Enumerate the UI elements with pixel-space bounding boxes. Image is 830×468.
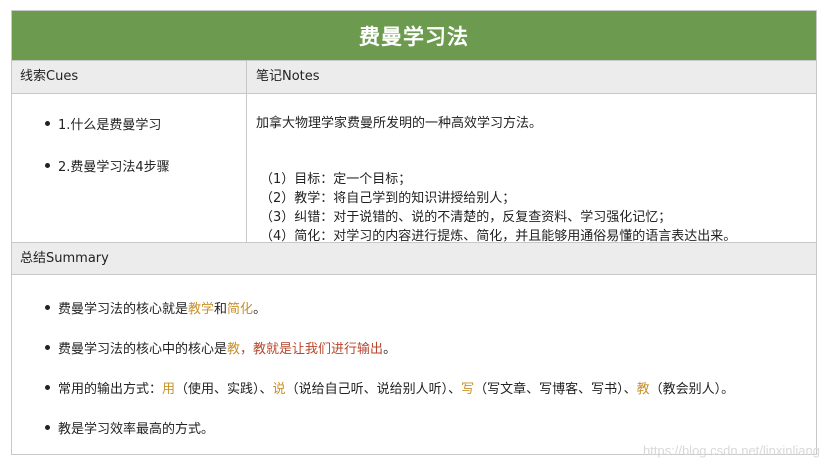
- cue-item-text: 1.什么是费曼学习: [58, 118, 162, 133]
- cue-item-2: 2.费曼学习法4步骤: [45, 156, 170, 175]
- summary-header: 总结Summary: [20, 251, 109, 266]
- column-header-row: 线索Cues 笔记Notes: [12, 61, 816, 94]
- summary-text: （写文章、写博客、写书）、: [474, 382, 637, 397]
- highlight-text: 教: [636, 382, 650, 397]
- page-title: 费曼学习法: [359, 24, 469, 49]
- summary-text: ，: [240, 342, 254, 357]
- highlight-text: 教就是让我们进行输出: [253, 342, 384, 357]
- notes-section: 加拿大物理学家费曼所发明的一种高效学习方法。 （1）目标：定一个目标； （2）教…: [256, 94, 812, 244]
- bullet-icon: [45, 121, 50, 126]
- summary-section: 费曼学习法的核心就是教学和简化。 费曼学习法的核心中的核心是教，教就是让我们进行…: [12, 275, 816, 455]
- highlight-text: 教: [227, 342, 241, 357]
- bullet-icon: [45, 345, 50, 350]
- summary-item-3: 常用的输出方式：用（使用、实践）、说（说给自己听、说给别人听）、写（写文章、写博…: [45, 378, 735, 397]
- column-divider: [246, 61, 247, 242]
- highlight-text: 用: [162, 382, 176, 397]
- bullet-icon: [45, 163, 50, 168]
- cue-item-1: 1.什么是费曼学习: [45, 114, 162, 133]
- bullet-icon: [45, 425, 50, 430]
- summary-text: （教会别人）。: [649, 382, 735, 397]
- notes-steps: （1）目标：定一个目标； （2）教学：将自己学到的知识讲授给别人； （3）纠错：…: [260, 170, 736, 246]
- cornell-notes-sheet: 费曼学习法 线索Cues 笔记Notes 1.什么是费曼学习 2.费曼学习法4步…: [11, 10, 817, 455]
- watermark: https://blog.csdn.net/linxinliang: [642, 443, 820, 458]
- title-bar: 费曼学习法: [12, 11, 816, 61]
- cue-item-text: 2.费曼学习法4步骤: [58, 160, 170, 175]
- summary-text: 教是学习效率最高的方式。: [58, 422, 215, 437]
- summary-item-2: 费曼学习法的核心中的核心是教，教就是让我们进行输出。: [45, 338, 397, 357]
- summary-item-1: 费曼学习法的核心就是教学和简化。: [45, 298, 267, 317]
- summary-text: 。: [383, 342, 397, 357]
- notes-step-2: （2）教学：将自己学到的知识讲授给别人；: [260, 191, 516, 206]
- cues-header: 线索Cues: [20, 69, 79, 84]
- summary-header-row: 总结Summary: [12, 242, 816, 275]
- summary-item-4: 教是学习效率最高的方式。: [45, 418, 215, 437]
- highlight-text: 说: [272, 382, 286, 397]
- notes-step-3: （3）纠错：对于说错的、说的不清楚的，反复查资料、学习强化记忆；: [260, 210, 672, 225]
- summary-text: （说给自己听、说给别人听）、: [285, 382, 462, 397]
- summary-text: 费曼学习法的核心中的核心是: [58, 342, 228, 357]
- summary-text: 费曼学习法的核心就是: [58, 302, 189, 317]
- notes-intro: 加拿大物理学家费曼所发明的一种高效学习方法。: [256, 116, 543, 131]
- highlight-text: 写: [461, 382, 475, 397]
- highlight-text: 教学: [188, 302, 215, 317]
- summary-text: 常用的输出方式：: [58, 382, 163, 397]
- notes-header: 笔记Notes: [256, 69, 320, 84]
- bullet-icon: [45, 305, 50, 310]
- summary-text: 和: [214, 302, 228, 317]
- bullet-icon: [45, 385, 50, 390]
- highlight-text: 简化: [227, 302, 254, 317]
- summary-text: 。: [253, 302, 267, 317]
- summary-text: （使用、实践）、: [175, 382, 273, 397]
- cues-section: 1.什么是费曼学习 2.费曼学习法4步骤: [12, 94, 246, 242]
- notes-step-1: （1）目标：定一个目标；: [260, 172, 412, 187]
